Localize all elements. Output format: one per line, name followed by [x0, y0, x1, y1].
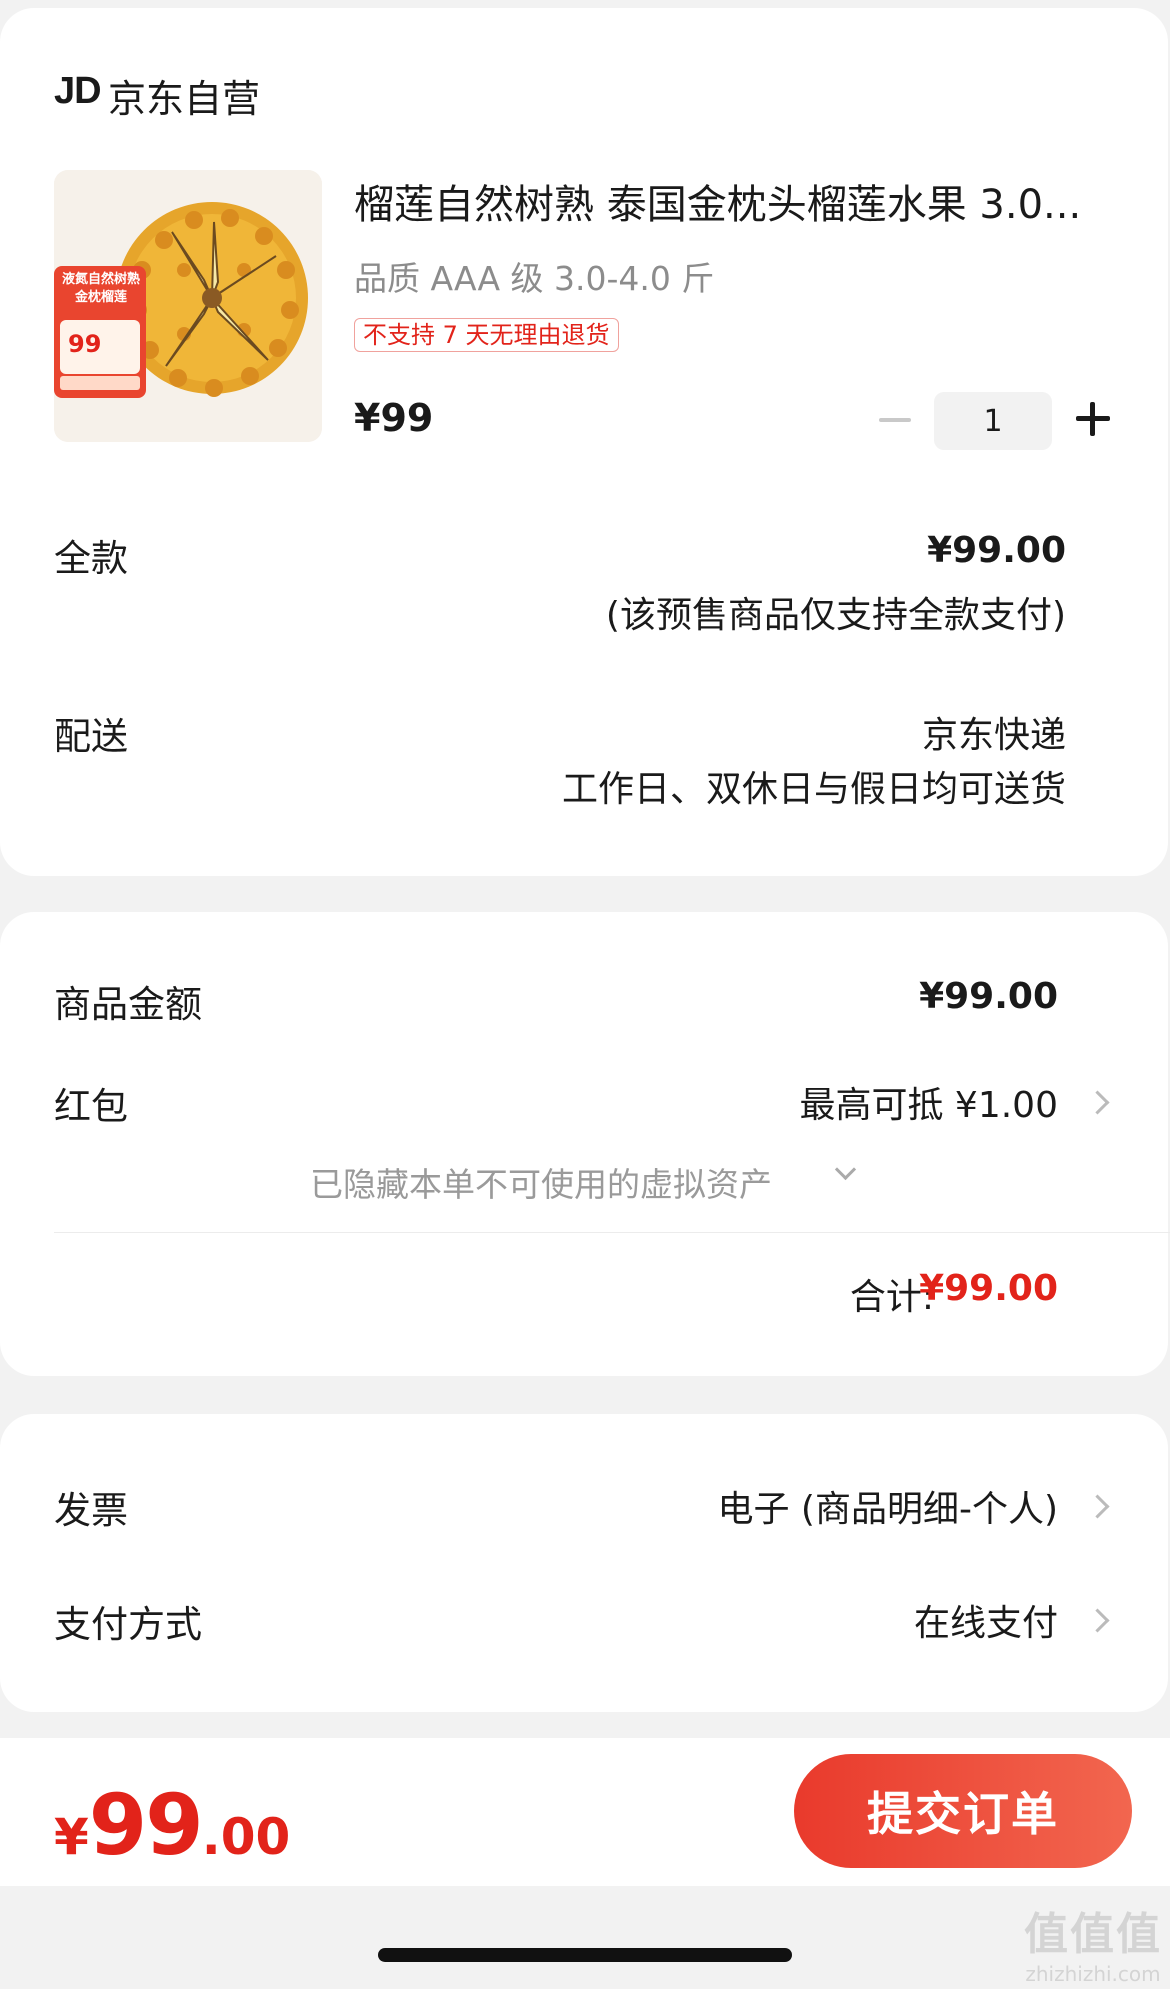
divider — [54, 1232, 1170, 1233]
full-payment-amount: ¥99.00 — [927, 530, 1066, 571]
badge-line-2: 金枕榴莲 — [74, 290, 127, 305]
price-integer: 99 — [88, 1776, 204, 1874]
shop-name[interactable]: 京东自营 — [108, 68, 260, 123]
payment-method-label: 支付方式 — [54, 1603, 202, 1646]
quantity-input[interactable]: 1 — [934, 392, 1052, 450]
hidden-assets-toggle[interactable]: 已隐藏本单不可使用的虚拟资产 — [310, 1158, 772, 1206]
currency-symbol: ¥ — [54, 1808, 89, 1866]
delivery-label: 配送 — [54, 715, 128, 758]
badge-line-1: 液氮自然树熟 — [61, 272, 140, 287]
full-payment-note: (该预售商品仅支持全款支付) — [605, 595, 1066, 636]
product-image[interactable]: 液氮自然树熟 金枕榴莲 99 — [54, 170, 322, 442]
watermark: 值值值 zhizhizhi.com — [1024, 1898, 1162, 1986]
payment-method-value[interactable]: 在线支付 — [914, 1594, 1058, 1646]
product-price: ¥99 — [354, 396, 434, 440]
delivery-carrier[interactable]: 京东快递 — [922, 706, 1066, 758]
redpack-label: 红包 — [54, 1085, 128, 1128]
goods-amount-label: 商品金额 — [54, 983, 202, 1026]
full-payment-label: 全款 — [54, 537, 128, 580]
watermark-logo: 值值值 — [1024, 1909, 1162, 1960]
invoice-value[interactable]: 电子 (商品明细-个人) — [717, 1480, 1058, 1532]
quantity-plus-button[interactable] — [1076, 402, 1110, 436]
jd-logo: JD — [54, 70, 102, 112]
product-spec: 品质 AAA 级 3.0-4.0 斤 — [354, 259, 715, 298]
total-value: ¥99.00 — [919, 1268, 1058, 1309]
home-indicator[interactable] — [378, 1948, 792, 1962]
badge-price: 99 — [68, 330, 102, 358]
delivery-schedule: 工作日、双休日与假日均可送货 — [561, 769, 1066, 810]
invoice-label: 发票 — [54, 1489, 128, 1532]
goods-amount-value: ¥99.00 — [919, 976, 1058, 1017]
return-policy-tag: 不支持 7 天无理由退货 — [354, 318, 619, 352]
quantity-minus-button[interactable] — [876, 400, 914, 440]
product-title[interactable]: 榴莲自然树熟 泰国金枕头榴莲水果 3.0... — [354, 172, 1114, 230]
redpack-value[interactable]: 最高可抵 ¥1.00 — [799, 1076, 1058, 1128]
payable-amount: ¥99.00 — [54, 1776, 290, 1874]
submit-order-button[interactable]: 提交订单 — [794, 1754, 1132, 1868]
invoice-payment-card — [0, 1414, 1168, 1712]
price-decimal: .00 — [201, 1808, 291, 1866]
durian-image — [54, 170, 322, 442]
watermark-url: zhizhizhi.com — [1025, 1962, 1161, 1986]
